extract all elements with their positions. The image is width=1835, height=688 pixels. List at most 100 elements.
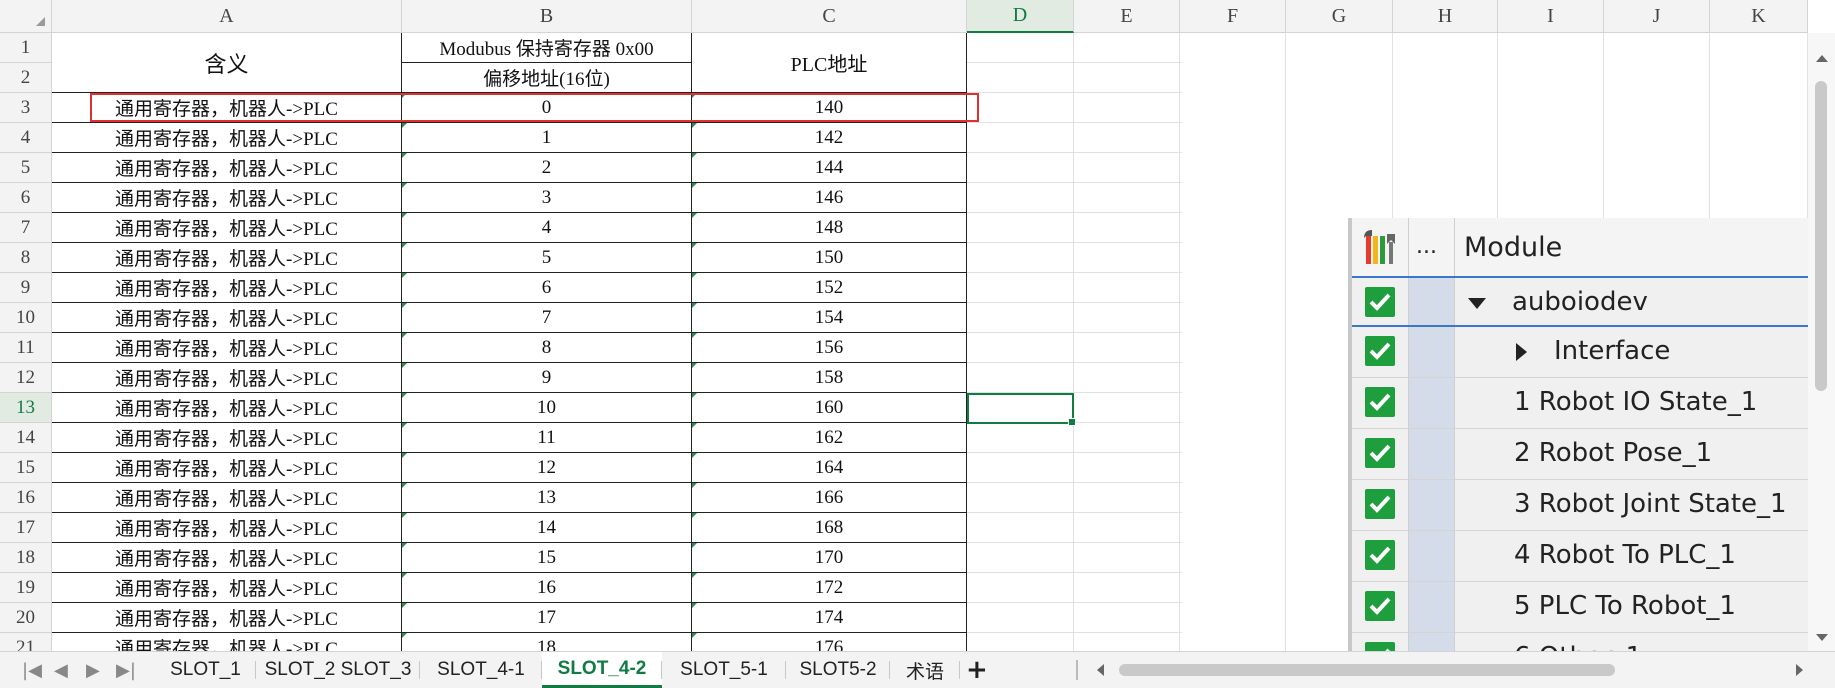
row-header-13[interactable]: 13	[0, 393, 52, 423]
row-header-12[interactable]: 12	[0, 363, 52, 393]
column-header-B[interactable]: B	[402, 0, 692, 33]
cell-plc[interactable]: 152	[692, 273, 967, 303]
select-all-corner[interactable]	[0, 0, 52, 33]
cell-offset[interactable]: 0	[402, 93, 692, 123]
cell-offset[interactable]: 11	[402, 423, 692, 453]
column-header-D[interactable]: D	[967, 0, 1074, 33]
cell-meaning[interactable]: 通用寄存器，机器人->PLC	[52, 513, 402, 543]
column-header-C[interactable]: C	[692, 0, 967, 33]
add-sheet-button[interactable]: +	[966, 655, 988, 685]
cell-offset[interactable]: 18	[402, 633, 692, 651]
row-header-10[interactable]: 10	[0, 303, 52, 333]
scroll-up-icon[interactable]	[1816, 55, 1828, 62]
cell-meaning[interactable]: 通用寄存器，机器人->PLC	[52, 273, 402, 303]
first-sheet-icon[interactable]: |◀	[22, 660, 42, 681]
cell-plc[interactable]: 148	[692, 213, 967, 243]
cell-meaning[interactable]: 通用寄存器，机器人->PLC	[52, 243, 402, 273]
cell-offset[interactable]: 15	[402, 543, 692, 573]
cell-meaning[interactable]: 通用寄存器，机器人->PLC	[52, 483, 402, 513]
cell-meaning[interactable]: 通用寄存器，机器人->PLC	[52, 453, 402, 483]
last-sheet-icon[interactable]: ▶|	[116, 660, 136, 681]
row-header-11[interactable]: 11	[0, 333, 52, 363]
cell-plc[interactable]: 170	[692, 543, 967, 573]
cell-plc[interactable]: 156	[692, 333, 967, 363]
cell-offset[interactable]: 5	[402, 243, 692, 273]
cell-offset[interactable]: 17	[402, 603, 692, 633]
cell-meaning[interactable]: 通用寄存器，机器人->PLC	[52, 633, 402, 651]
cell-meaning[interactable]: 通用寄存器，机器人->PLC	[52, 123, 402, 153]
header-meaning[interactable]: 含义	[52, 33, 402, 93]
cell-offset[interactable]: 9	[402, 363, 692, 393]
column-header-A[interactable]: A	[52, 0, 402, 33]
prev-sheet-icon[interactable]: ◀	[54, 660, 68, 681]
cell-meaning[interactable]: 通用寄存器，机器人->PLC	[52, 153, 402, 183]
cell-plc[interactable]: 140	[692, 93, 967, 123]
cell-plc[interactable]: 174	[692, 603, 967, 633]
column-header-I[interactable]: I	[1498, 0, 1604, 33]
cell-offset[interactable]: 8	[402, 333, 692, 363]
sheet-tab[interactable]: 术语	[890, 652, 960, 688]
next-sheet-icon[interactable]: ▶	[86, 660, 100, 681]
cell-meaning[interactable]: 通用寄存器，机器人->PLC	[52, 363, 402, 393]
column-header-J[interactable]: J	[1604, 0, 1710, 33]
cell-offset[interactable]: 2	[402, 153, 692, 183]
cell-meaning[interactable]: 通用寄存器，机器人->PLC	[52, 393, 402, 423]
header-modbus-line2[interactable]: 偏移地址(16位)	[402, 63, 692, 93]
horizontal-scroll-thumb[interactable]	[1119, 664, 1615, 676]
vertical-scroll-thumb[interactable]	[1815, 81, 1827, 391]
cell-plc[interactable]: 176	[692, 633, 967, 651]
cell-plc[interactable]: 162	[692, 423, 967, 453]
row-header-15[interactable]: 15	[0, 453, 52, 483]
row-header-3[interactable]: 3	[0, 93, 52, 123]
row-header-5[interactable]: 5	[0, 153, 52, 183]
cell-meaning[interactable]: 通用寄存器，机器人->PLC	[52, 423, 402, 453]
sheet-tab[interactable]: SLOT_2 SLOT_3	[256, 652, 420, 688]
cell-meaning[interactable]: 通用寄存器，机器人->PLC	[52, 603, 402, 633]
column-header-F[interactable]: F	[1180, 0, 1286, 33]
fill-handle[interactable]	[1068, 418, 1076, 426]
column-header-K[interactable]: K	[1710, 0, 1808, 33]
row-header-7[interactable]: 7	[0, 213, 52, 243]
row-header-14[interactable]: 14	[0, 423, 52, 453]
vertical-scrollbar[interactable]	[1808, 33, 1835, 651]
row-header-1[interactable]: 1	[0, 33, 52, 63]
cell-offset[interactable]: 3	[402, 183, 692, 213]
column-header-E[interactable]: E	[1074, 0, 1180, 33]
cell-plc[interactable]: 144	[692, 153, 967, 183]
cell-offset[interactable]: 10	[402, 393, 692, 423]
cell-plc[interactable]: 154	[692, 303, 967, 333]
sheet-tab[interactable]: SLOT_1	[155, 652, 256, 688]
cell-offset[interactable]: 4	[402, 213, 692, 243]
cell-plc[interactable]: 160	[692, 393, 967, 423]
cell-offset[interactable]: 6	[402, 273, 692, 303]
row-header-6[interactable]: 6	[0, 183, 52, 213]
row-header-17[interactable]: 17	[0, 513, 52, 543]
column-header-H[interactable]: H	[1393, 0, 1498, 33]
scroll-left-icon[interactable]	[1097, 664, 1104, 676]
row-header-19[interactable]: 19	[0, 573, 52, 603]
scroll-down-icon[interactable]	[1816, 634, 1828, 641]
row-header-4[interactable]: 4	[0, 123, 52, 153]
cell-plc[interactable]: 172	[692, 573, 967, 603]
cell-plc[interactable]: 158	[692, 363, 967, 393]
cell-offset[interactable]: 14	[402, 513, 692, 543]
cell-meaning[interactable]: 通用寄存器，机器人->PLC	[52, 183, 402, 213]
cell-meaning[interactable]: 通用寄存器，机器人->PLC	[52, 543, 402, 573]
cell-offset[interactable]: 13	[402, 483, 692, 513]
row-header-18[interactable]: 18	[0, 543, 52, 573]
cell-offset[interactable]: 12	[402, 453, 692, 483]
cell-plc[interactable]: 142	[692, 123, 967, 153]
row-header-21[interactable]: 21	[0, 633, 52, 651]
header-plc-address[interactable]: PLC地址	[692, 33, 967, 93]
cell-meaning[interactable]: 通用寄存器，机器人->PLC	[52, 303, 402, 333]
spreadsheet-grid[interactable]: ABCDEFGHIJK 1 2 3 4 5 6 7 8 9 10 11 12 13 14 15 16 17 18 1…	[0, 0, 1835, 651]
row-header-16[interactable]: 16	[0, 483, 52, 513]
cell-offset[interactable]: 16	[402, 573, 692, 603]
horizontal-scrollbar[interactable]	[1095, 661, 1803, 679]
cell-plc[interactable]: 168	[692, 513, 967, 543]
row-header-2[interactable]: 2	[0, 63, 52, 93]
sheet-tab[interactable]: SLOT_5-1	[662, 652, 786, 688]
row-header-20[interactable]: 20	[0, 603, 52, 633]
scroll-right-icon[interactable]	[1796, 664, 1803, 676]
cell-plc[interactable]: 164	[692, 453, 967, 483]
